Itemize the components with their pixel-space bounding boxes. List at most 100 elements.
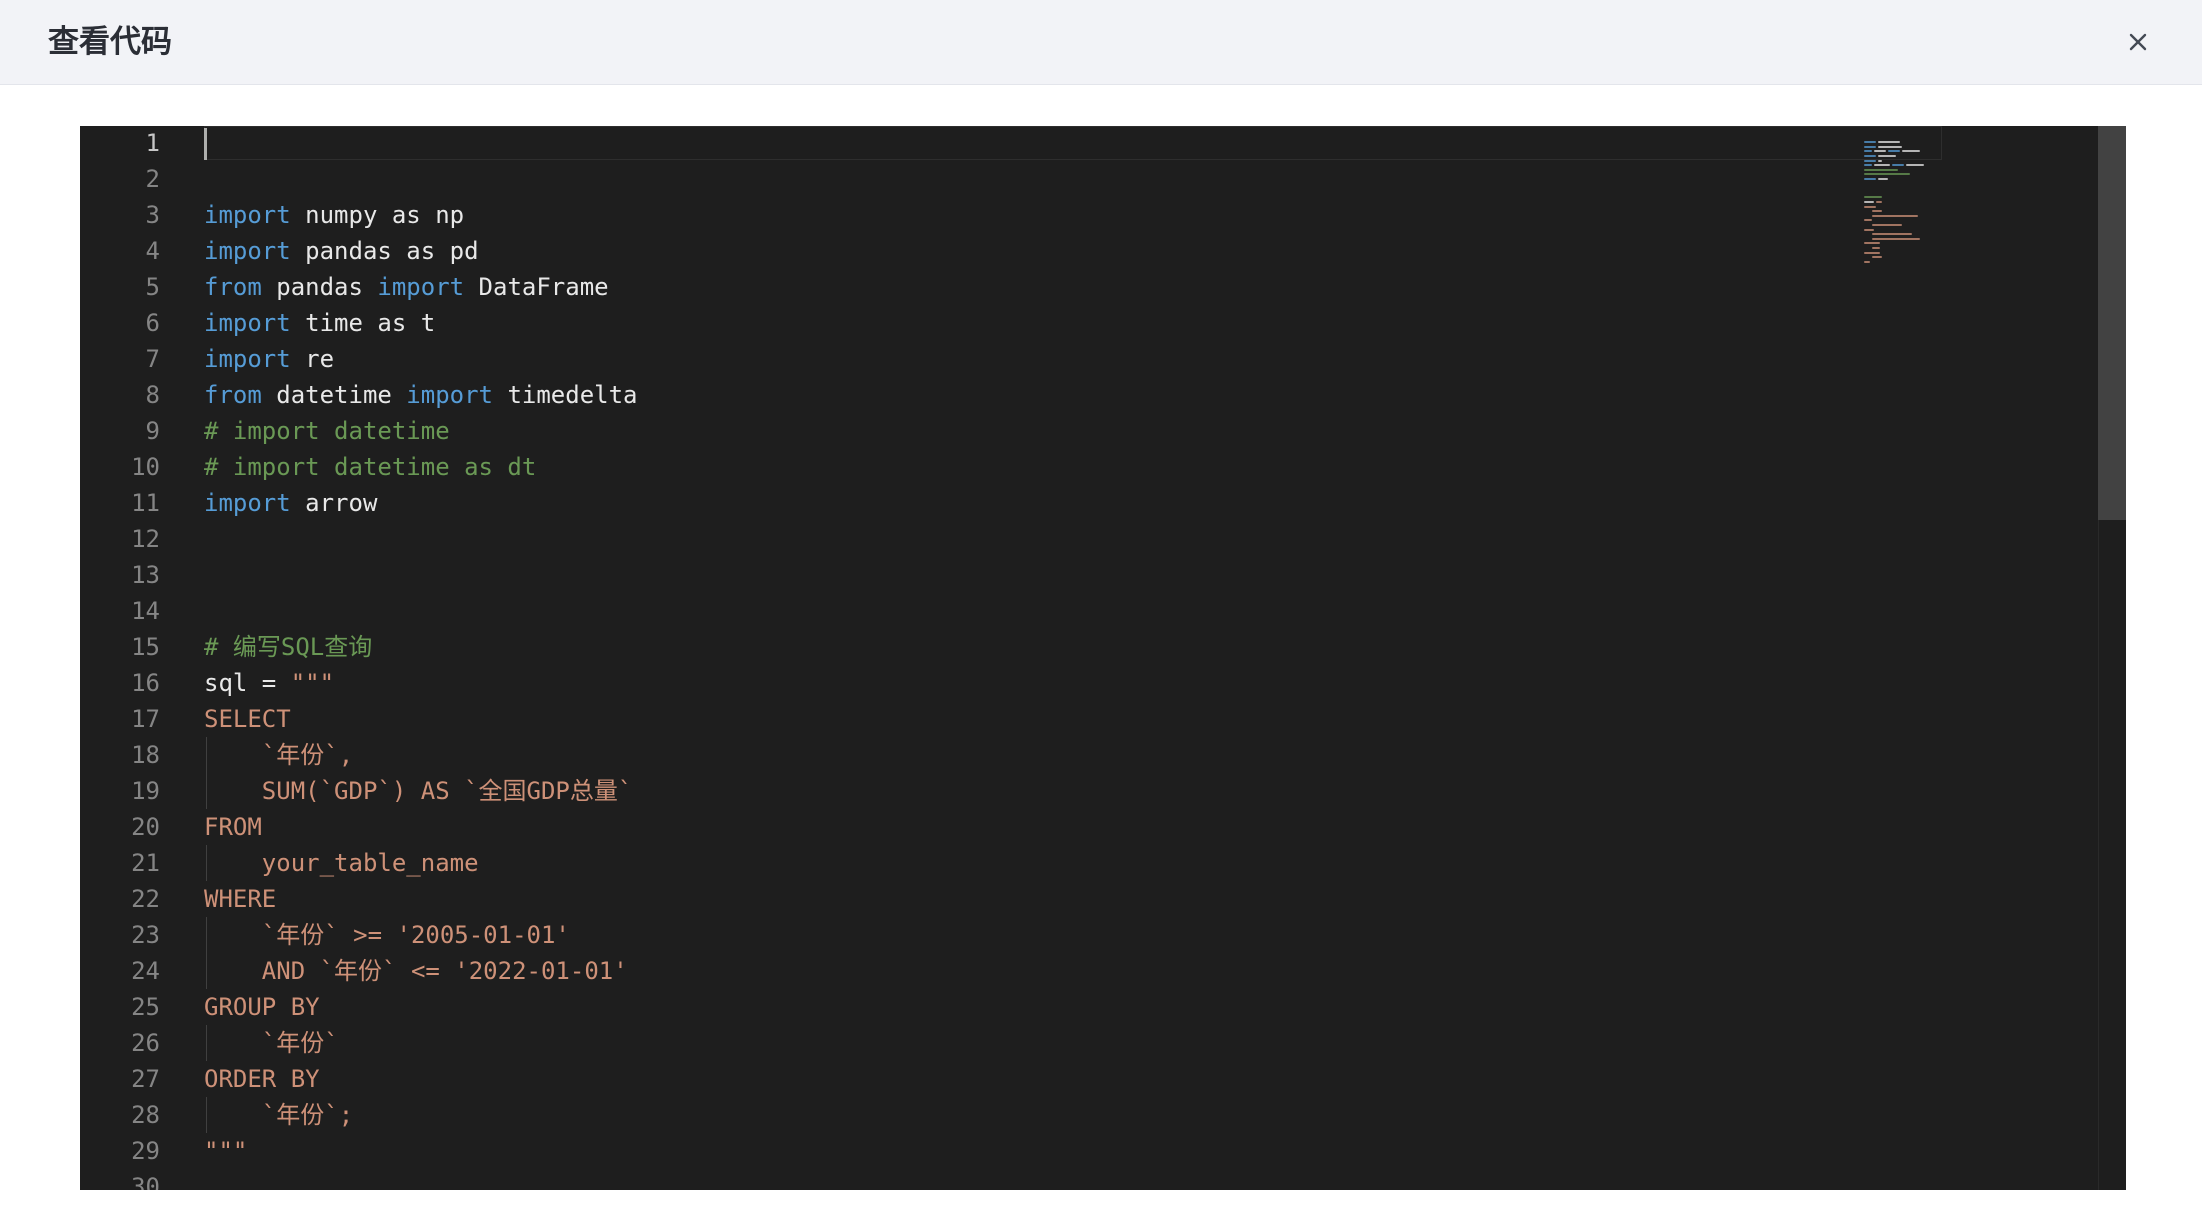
minimap-line — [1864, 205, 1876, 208]
line-number-gutter: 1 2 3 4 5 6 7 8 9 10 11 12 13 14 15 16 17 18 19 20 21 22 23 24 2… — [80, 126, 160, 1190]
line-number: 6 — [145, 309, 160, 337]
code-token: pandas — [261, 273, 378, 301]
code-line: import pandas as pd — [204, 233, 479, 269]
indent-guide — [206, 737, 207, 773]
indent-guide — [206, 845, 207, 881]
code-line: from pandas import DataFrame — [204, 269, 609, 305]
minimap-line — [1864, 159, 1876, 162]
line-number: 18 — [131, 741, 160, 769]
code-line: sql = """ — [204, 665, 334, 701]
code-token: `年份` — [204, 1029, 339, 1057]
line-number: 12 — [131, 525, 160, 553]
minimap-line — [1876, 201, 1882, 203]
code-token: GROUP BY — [204, 993, 320, 1021]
line-number: 20 — [131, 813, 160, 841]
minimap-line — [1864, 201, 1874, 203]
code-token: pandas as pd — [290, 237, 479, 265]
minimap-line — [1864, 242, 1880, 245]
line-number: 9 — [145, 417, 160, 445]
line-number: 22 — [131, 885, 160, 913]
code-token: from — [204, 381, 262, 409]
minimap-line — [1864, 155, 1876, 157]
close-button[interactable] — [2118, 22, 2158, 62]
indent-guide — [206, 1097, 207, 1133]
code-token: from — [204, 273, 262, 301]
code-token: WHERE — [204, 885, 277, 913]
code-token: `年份`, — [204, 741, 354, 769]
code-line: GROUP BY — [204, 989, 320, 1025]
vertical-scrollbar-thumb[interactable] — [2098, 126, 2126, 520]
line-number: 17 — [131, 705, 160, 733]
code-line: `年份` >= '2005-01-01' — [204, 917, 570, 953]
minimap-line — [1864, 141, 1876, 144]
line-number: 10 — [131, 453, 160, 481]
code-line: import arrow — [204, 485, 377, 521]
line-number: 2 — [145, 165, 160, 193]
code-line: your_table_name — [204, 845, 479, 881]
code-token: datetime — [261, 381, 407, 409]
code-token: import — [204, 309, 291, 337]
line-number: 1 — [145, 129, 160, 157]
code-token: timedelta — [493, 381, 638, 409]
minimap-line — [1874, 150, 1886, 153]
minimap-line — [1872, 233, 1912, 236]
minimap-line — [1902, 150, 1920, 153]
indent-guide — [206, 917, 207, 953]
minimap-line — [1878, 178, 1888, 180]
line-number: 11 — [131, 489, 160, 517]
minimap-line — [1906, 164, 1924, 167]
code-line: SUM(`GDP`) AS `全国GDP总量` — [204, 773, 633, 809]
minimap-line — [1878, 155, 1896, 157]
minimap-line — [1874, 164, 1890, 167]
code-token: import — [204, 489, 291, 517]
code-token: your_table_name — [204, 849, 479, 877]
code-token: AND `年份` <= '2022-01-01' — [204, 957, 628, 985]
dialog-title: 查看代码 — [48, 24, 172, 60]
code-editor[interactable]: 1 2 3 4 5 6 7 8 9 10 11 12 13 14 15 16 17 18 19 20 21 22 23 24 2… — [80, 126, 2126, 1190]
code-token: import — [406, 381, 493, 409]
code-line: SELECT — [204, 701, 291, 737]
minimap[interactable] — [1864, 132, 2064, 332]
code-token: numpy as np — [290, 201, 465, 229]
minimap-line — [1864, 260, 1870, 263]
code-line: # 编写SQL查询 — [204, 629, 372, 665]
minimap-line — [1864, 173, 1910, 176]
minimap-line — [1864, 219, 1872, 222]
code-line: import time as t — [204, 305, 435, 341]
code-line: FROM — [204, 809, 262, 845]
code-token: time as t — [290, 309, 436, 337]
minimap-line — [1864, 164, 1872, 167]
dialog-header: 查看代码 — [0, 0, 2202, 85]
code-token: # import datetime — [204, 417, 450, 445]
line-number: 28 — [131, 1101, 160, 1129]
minimap-line — [1864, 145, 1876, 148]
line-number: 26 — [131, 1029, 160, 1057]
code-line: `年份`; — [204, 1097, 353, 1133]
line-number: 24 — [131, 957, 160, 985]
code-token: import — [204, 201, 291, 229]
text-cursor — [204, 128, 207, 160]
code-token: import — [377, 273, 465, 301]
code-text-area[interactable]: import numpy as np import pandas as pd fro… — [204, 126, 1944, 1190]
code-line: `年份`, — [204, 737, 353, 773]
code-token: # import datetime as dt — [204, 453, 537, 481]
minimap-line — [1872, 210, 1882, 213]
line-number: 14 — [131, 597, 160, 625]
code-line: AND `年份` <= '2022-01-01' — [204, 953, 628, 989]
code-token: # 编写SQL查询 — [204, 633, 373, 661]
line-number: 4 — [145, 237, 160, 265]
minimap-line — [1872, 237, 1920, 240]
code-line: import numpy as np — [204, 197, 464, 233]
line-number: 8 — [145, 381, 160, 409]
minimap-line — [1864, 150, 1872, 153]
code-token: ORDER BY — [204, 1065, 320, 1093]
minimap-line — [1892, 164, 1904, 167]
code-token: """ — [204, 1137, 248, 1165]
code-line: WHERE — [204, 881, 276, 917]
minimap-line — [1872, 247, 1880, 249]
code-line: """ — [204, 1133, 247, 1169]
close-icon — [2129, 33, 2147, 51]
line-number: 25 — [131, 993, 160, 1021]
indent-guide — [206, 1025, 207, 1061]
code-line: ORDER BY — [204, 1061, 320, 1097]
